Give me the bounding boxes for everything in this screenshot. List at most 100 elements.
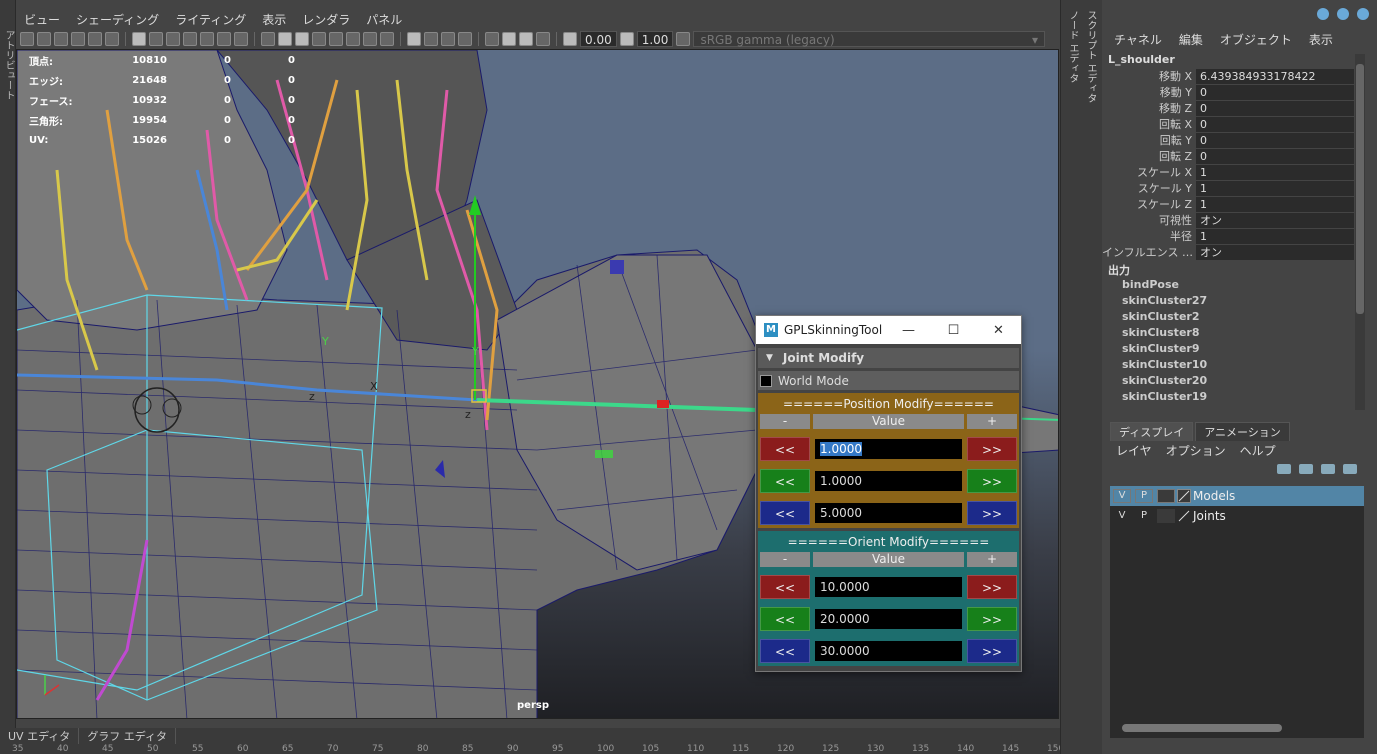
attribute-label[interactable]: 移動 Y (1102, 84, 1196, 100)
attribute-label[interactable]: スケール Y (1102, 180, 1196, 196)
layer-color-swatch[interactable] (1157, 489, 1175, 503)
output-node-item[interactable]: skinCluster27 (1122, 293, 1207, 309)
attribute-row[interactable]: スケール Z1 (1102, 196, 1354, 212)
orient-z-increment-button[interactable]: >> (967, 639, 1017, 663)
motion-blur-icon[interactable] (424, 32, 438, 46)
attribute-row[interactable]: 回転 Y0 (1102, 132, 1354, 148)
safe-title-icon[interactable] (234, 32, 248, 46)
world-mode-checkbox-row[interactable]: World Mode (758, 371, 1019, 390)
attribute-editor-toggle-icon[interactable] (1337, 8, 1349, 20)
anti-aliasing-icon[interactable] (441, 32, 455, 46)
exposure-field[interactable]: 0.00 (580, 31, 617, 47)
layer-row-joints[interactable]: V P Joints (1110, 506, 1364, 526)
attribute-editor-tab[interactable]: アトリビュート (1, 30, 16, 100)
attribute-row[interactable]: スケール X1 (1102, 164, 1354, 180)
menu-object[interactable]: オブジェクト (1220, 31, 1299, 48)
attribute-value-field[interactable]: 1 (1196, 164, 1354, 180)
depth-of-field-icon[interactable] (458, 32, 472, 46)
xray-joints-icon[interactable] (502, 32, 516, 46)
camera-attributes-icon[interactable] (37, 32, 51, 46)
menu-view[interactable]: ビュー (16, 11, 68, 28)
time-slider[interactable]: 35 40 45 50 55 60 65 70 75 80 85 90 95 100 105 110 115 12… (0, 744, 1100, 754)
menu-layers[interactable]: レイヤ (1116, 442, 1152, 459)
ambient-occlusion-icon[interactable] (407, 32, 421, 46)
attribute-label[interactable]: 半径 (1102, 228, 1196, 244)
attribute-row[interactable]: 移動 X 6.439384933178422 (1102, 68, 1354, 84)
orient-x-increment-button[interactable]: >> (967, 575, 1017, 599)
bookmark-icon[interactable] (54, 32, 68, 46)
attribute-row[interactable]: 回転 Z0 (1102, 148, 1354, 164)
attribute-label[interactable]: 回転 Y (1102, 132, 1196, 148)
grid-icon[interactable] (132, 32, 146, 46)
outputs-heading[interactable]: 出力 (1108, 262, 1130, 278)
menu-shading[interactable]: シェーディング (68, 11, 167, 28)
two-d-pan-icon[interactable] (88, 32, 102, 46)
menu-help[interactable]: ヘルプ (1240, 442, 1276, 459)
menu-options[interactable]: オプション (1166, 442, 1226, 459)
output-node-item[interactable]: skinCluster20 (1122, 373, 1207, 389)
playback-toggle[interactable]: P (1135, 489, 1153, 503)
maximize-button[interactable]: ☐ (931, 323, 976, 338)
attribute-label[interactable]: 移動 Z (1102, 100, 1196, 116)
attribute-label[interactable]: スケール Z (1102, 196, 1196, 212)
orient-z-decrement-button[interactable]: << (760, 639, 810, 663)
channel-box-scrollbar[interactable] (1355, 54, 1365, 410)
position-z-step-field[interactable]: 5.0000 (815, 503, 962, 523)
select-camera-icon[interactable] (20, 32, 34, 46)
window-titlebar[interactable]: M GPLSkinningTool — ☐ ✕ (756, 316, 1021, 344)
move-layer-up-icon[interactable] (1277, 464, 1291, 474)
display-type-icon[interactable] (1177, 509, 1191, 523)
orient-y-increment-button[interactable]: >> (967, 607, 1017, 631)
shadows-icon[interactable] (346, 32, 360, 46)
attribute-row[interactable]: 移動 Y0 (1102, 84, 1354, 100)
camera-settings-icon[interactable] (536, 32, 550, 46)
selected-node-name[interactable]: L_shoulder (1108, 53, 1175, 66)
layer-color-swatch[interactable] (1157, 509, 1175, 523)
attribute-row[interactable]: インフルエンス … オン (1102, 244, 1354, 260)
tab-node-editor[interactable]: ノード エディタ (1065, 10, 1080, 83)
attribute-value-field[interactable]: 1 (1196, 228, 1354, 244)
x-ray-icon[interactable] (380, 32, 394, 46)
attribute-row[interactable]: 移動 Z0 (1102, 100, 1354, 116)
gamma-icon[interactable] (619, 32, 634, 46)
gate-mask-icon[interactable] (183, 32, 197, 46)
display-type-icon[interactable] (1177, 489, 1191, 503)
orient-y-decrement-button[interactable]: << (760, 607, 810, 631)
attribute-value-field[interactable]: 0 (1196, 84, 1354, 100)
smooth-shade-icon[interactable] (278, 32, 292, 46)
view-transform-dropdown[interactable]: sRGB gamma (legacy) ▾ (693, 31, 1045, 47)
attribute-row[interactable]: 半径 1 (1102, 228, 1354, 244)
output-node-item[interactable]: bindPose (1122, 277, 1207, 293)
tab-script-editor[interactable]: スクリプト エディタ (1083, 10, 1098, 103)
attribute-row[interactable]: スケール Y1 (1102, 180, 1354, 196)
attribute-value-field[interactable]: オン (1196, 212, 1354, 228)
minimize-button[interactable]: — (886, 323, 931, 338)
close-button[interactable]: ✕ (976, 323, 1021, 338)
attribute-label[interactable]: 回転 X (1102, 116, 1196, 132)
grease-pencil-icon[interactable] (105, 32, 119, 46)
image-plane-icon[interactable] (71, 32, 85, 46)
layer-row-models[interactable]: V P Models (1110, 486, 1364, 506)
position-z-decrement-button[interactable]: << (760, 501, 810, 525)
orient-x-decrement-button[interactable]: << (760, 575, 810, 599)
orient-z-step-field[interactable]: 30.0000 (815, 641, 962, 661)
orient-x-step-field[interactable]: 10.0000 (815, 577, 962, 597)
attribute-label[interactable]: 可視性 (1102, 212, 1196, 228)
attribute-value-field[interactable]: 0 (1196, 100, 1354, 116)
wireframe-icon[interactable] (261, 32, 275, 46)
attribute-label[interactable]: 回転 Z (1102, 148, 1196, 164)
film-gate-icon[interactable] (149, 32, 163, 46)
position-x-decrement-button[interactable]: << (760, 437, 810, 461)
new-empty-layer-icon[interactable] (1321, 464, 1335, 474)
visibility-toggle[interactable]: V (1113, 489, 1131, 503)
attribute-value-field[interactable]: 0 (1196, 148, 1354, 164)
safe-action-icon[interactable] (217, 32, 231, 46)
attribute-label[interactable]: 移動 X (1102, 68, 1196, 84)
attribute-row[interactable]: 可視性 オン (1102, 212, 1354, 228)
color-management-icon[interactable] (676, 32, 691, 46)
attribute-value-field[interactable]: 6.439384933178422 (1196, 68, 1354, 84)
layer-list-horizontal-scrollbar[interactable] (1122, 724, 1282, 732)
playback-toggle[interactable]: P (1135, 509, 1153, 523)
menu-panels[interactable]: パネル (358, 11, 410, 28)
exposure-icon[interactable] (563, 32, 577, 46)
